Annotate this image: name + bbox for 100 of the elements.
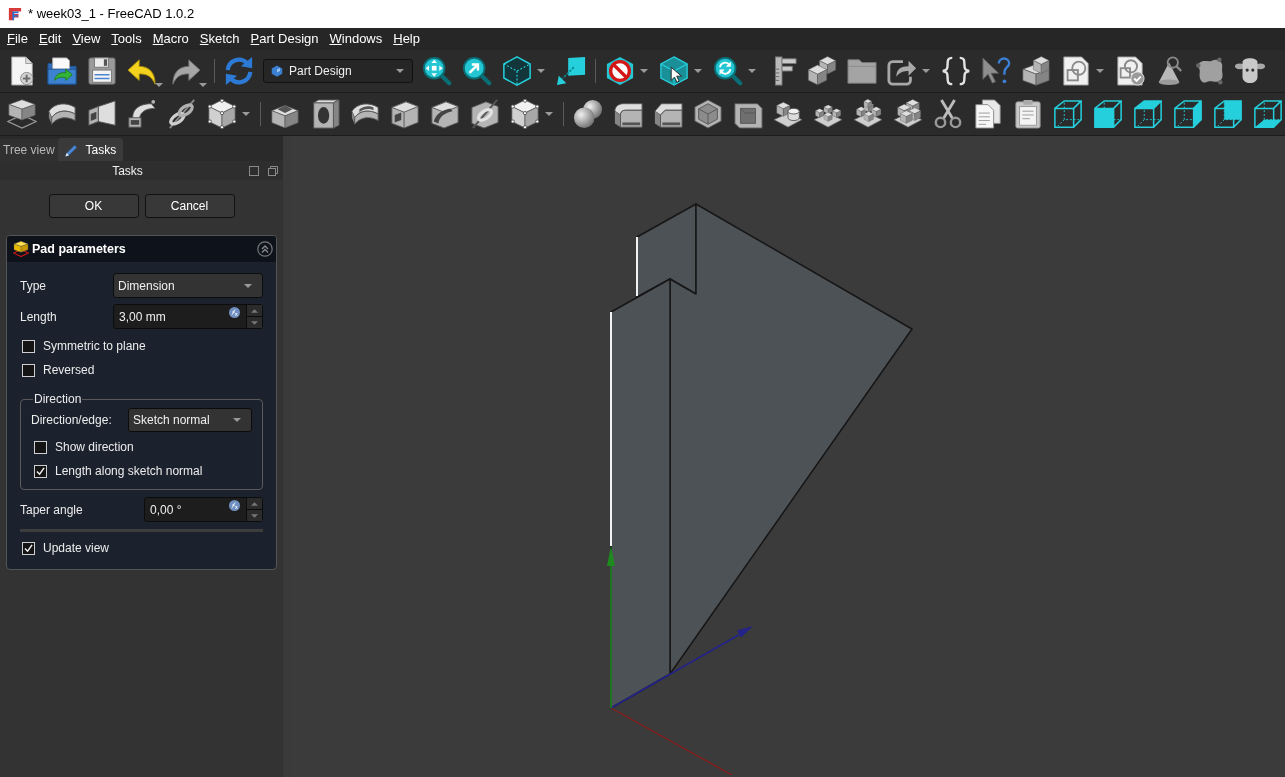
caret-icon [1096,69,1104,73]
checkbox-label: Symmetric to plane [43,338,146,355]
panel-title: Pad parameters [32,240,126,258]
bent-pipe-icon [127,99,157,129]
extruded-box-icon [7,99,37,129]
mirrored-shapes-icon [773,99,803,129]
caret-icon [233,418,241,422]
checkbox[interactable] [34,440,47,454]
formula-icon[interactable] [229,500,240,511]
checkbox[interactable] [34,464,47,478]
panel-tab[interactable]: Tree view [0,139,58,161]
loft-block-icon [87,99,117,129]
hole-block-icon [310,99,340,129]
box-on-plane-icon [13,241,29,257]
spin-down-button[interactable] [247,510,262,521]
prohibited-sign-icon [605,56,635,86]
down-arrow-icon [251,320,258,325]
caret-icon [155,83,163,87]
cube-right-face-icon [1173,99,1203,129]
cube-rear-face-icon [1213,99,1243,129]
scissors-icon [933,99,963,129]
cube-stack-icon [893,99,923,129]
menu-item[interactable]: Macro [148,29,193,49]
field-label: Taper angle [20,501,84,519]
cube-top-face-icon [1133,99,1163,129]
caret-icon [640,69,648,73]
cube-bottom-face-icon [1253,99,1283,129]
pointer-question-icon [981,56,1011,86]
blob-shape-icon [1195,56,1225,86]
spin-box[interactable]: 3,00 mm [113,304,263,329]
checkbox-label: Reversed [43,362,95,379]
menu-item[interactable]: Part Design [246,29,323,49]
panel-tab[interactable]: Tasks [57,138,124,161]
dialog-button[interactable]: Cancel [144,194,235,218]
menu-item[interactable]: Windows [325,29,387,49]
spin-up-button[interactable] [247,305,262,317]
dropdown[interactable]: Dimension [113,273,263,298]
caret-icon [922,69,930,73]
hollow-cube-icon [693,99,723,129]
wireframe-cube-icon [502,56,532,86]
caret-icon [244,283,252,288]
plane-arrow-icon [556,56,586,86]
magnifier-pointer-icon [462,56,492,86]
menu-item[interactable]: Help [389,29,424,49]
checkmark-icon [36,466,45,476]
splitter-handle[interactable] [283,136,290,777]
dialog-button[interactable]: OK [48,194,139,218]
workbench-dropdown[interactable]: Part Design [263,59,413,83]
curved-cut-icon [430,99,460,129]
checkbox[interactable] [22,363,35,377]
group-title: Direction [33,391,83,408]
up-arrow-icon [251,308,258,313]
stepped-block-icon [1021,56,1051,86]
checkbox[interactable] [22,541,35,555]
panel-heading: Tasks [111,162,144,180]
cube-outline-icon [1053,99,1083,129]
magnifier-arrows-icon [422,56,452,86]
menu-item[interactable]: Sketch [195,29,244,49]
menu-item[interactable]: View [68,29,105,49]
field-label: Direction/edge: [31,412,113,429]
menu-item[interactable]: Edit [34,29,66,49]
shapes-check-icon [1115,56,1145,86]
dropdown[interactable]: Sketch normal [128,408,252,432]
cube-vertices-icon [207,99,237,129]
restore-icon[interactable] [268,165,278,176]
redo-icon [171,57,201,87]
maximize-icon[interactable] [249,165,259,176]
collapse-icon[interactable] [257,241,273,257]
caret-icon [748,69,756,73]
menu-item[interactable]: Tools [107,29,146,49]
cube-vertices-icon [510,99,540,129]
spin-down-button[interactable] [247,317,262,328]
field-label: Length [20,308,58,326]
helix-icon [167,99,197,129]
checkbox[interactable] [22,339,35,353]
up-arrow-icon [251,501,258,506]
formula-icon[interactable] [229,307,240,318]
checkbox-label: Show direction [55,439,134,456]
open-folder-icon [47,56,77,86]
caret-icon [242,112,250,116]
checkmark-icon [24,543,33,553]
cube-cluster-icon [853,99,883,129]
caret-icon [199,83,207,87]
caret-icon [694,69,702,73]
toolbar-button[interactable] [4,96,40,132]
spin-box[interactable]: 0,00 ° [144,497,263,522]
checkbox-label: Length along sketch normal [55,463,203,480]
cut-block-icon [390,99,420,129]
copy-icon [973,99,1003,129]
clipboard-icon [1013,99,1043,129]
menu-item[interactable]: File [3,29,32,49]
animal-head-icon [1235,56,1265,86]
stacked-blocks-icon [807,56,837,86]
caret-icon [396,69,404,73]
helix-cut-icon [470,99,500,129]
window-title: * week03_1 - FreeCAD 1.0.2 [28,5,195,24]
caret-icon [537,69,545,73]
spin-up-button[interactable] [247,498,262,510]
pencil-icon [64,142,79,157]
refresh-icon [224,56,254,86]
